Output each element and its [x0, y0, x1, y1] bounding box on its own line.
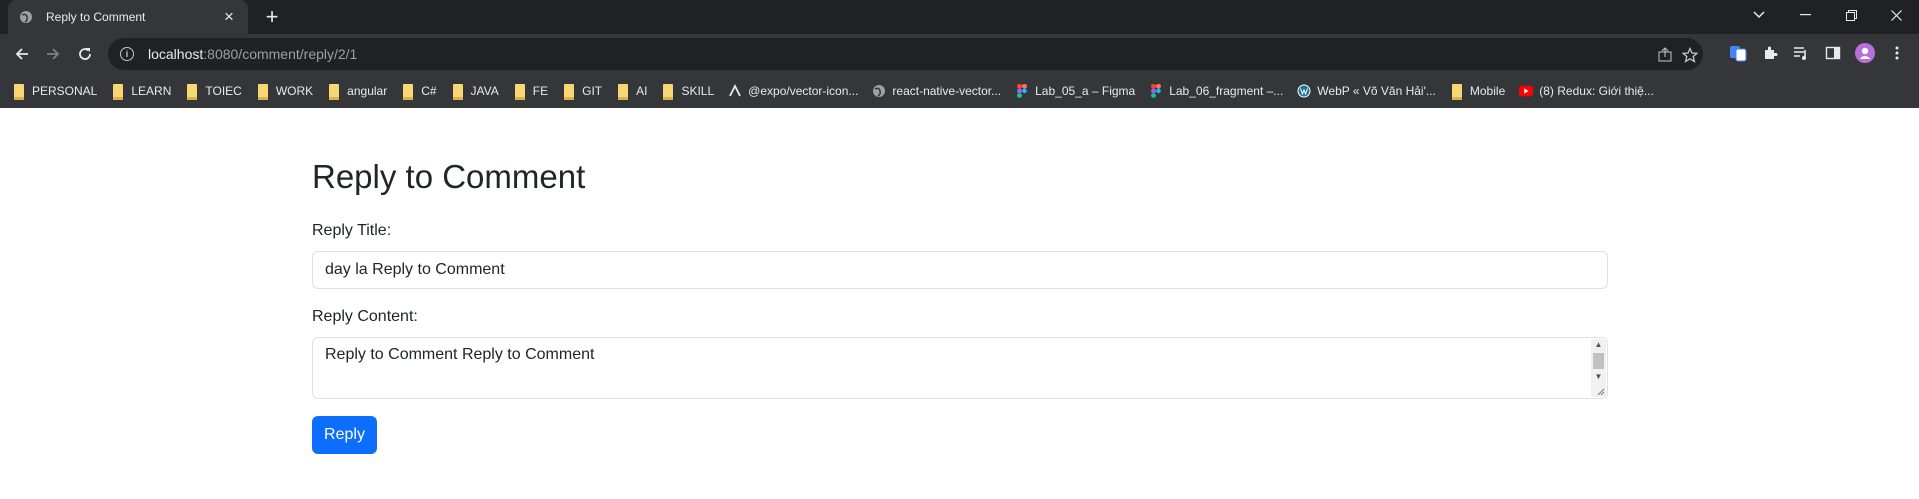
back-button[interactable] — [10, 42, 34, 66]
restore-button[interactable] — [1828, 0, 1874, 30]
bookmark-label: JAVA — [470, 84, 499, 98]
globe-icon — [18, 9, 34, 25]
bookmark-item[interactable]: TOIEC — [185, 84, 242, 100]
bookmark-item[interactable]: GIT — [562, 84, 603, 100]
tab-title: Reply to Comment — [46, 10, 146, 24]
folder-icon — [616, 84, 630, 100]
bookmarks-bar: PERSONAL LEARN TOIEC WORK angular C# JAVA FE GIT… — [0, 74, 1919, 108]
bookmark-label: (8) Redux: Giới thiệ... — [1539, 84, 1654, 98]
bookmark-item[interactable]: Lab_05_a – Figma — [1015, 84, 1135, 98]
bookmark-label: FE — [532, 84, 549, 98]
bookmark-item[interactable]: Lab_06_fragment –... — [1149, 84, 1283, 98]
forward-button[interactable] — [41, 42, 65, 66]
profile-avatar[interactable] — [1854, 42, 1876, 64]
bookmark-item[interactable]: @expo/vector-icon... — [728, 84, 858, 98]
folder-icon — [12, 84, 26, 100]
bookmark-item[interactable]: JAVA — [451, 84, 499, 100]
youtube-icon — [1519, 84, 1534, 98]
figma-icon — [1149, 84, 1163, 98]
bookmark-label: WebP « Võ Văn Hải'... — [1317, 84, 1436, 98]
bookmark-label: AI — [636, 84, 648, 98]
scroll-thumb[interactable] — [1593, 353, 1604, 369]
bookmark-label: PERSONAL — [32, 84, 98, 98]
bookmark-label: C# — [421, 84, 437, 98]
bookmark-item[interactable]: WORK — [256, 84, 314, 100]
bookmark-label: react-native-vector... — [892, 84, 1002, 98]
minimize-button[interactable] — [1782, 0, 1828, 30]
bookmark-label: SKILL — [681, 84, 715, 98]
bookmark-label: Mobile — [1469, 84, 1506, 98]
reply-submit-button[interactable]: Reply — [312, 416, 377, 454]
reply-content-value: Reply to Comment Reply to Comment — [325, 346, 595, 363]
side-panel-icon[interactable] — [1822, 42, 1844, 64]
folder-icon — [327, 84, 341, 100]
browser-chrome: Reply to Comment × + i localhost:8080/co… — [0, 0, 1919, 108]
reload-button[interactable] — [73, 42, 97, 66]
bookmark-item[interactable]: Mobile — [1450, 84, 1506, 100]
bookmark-label: Lab_06_fragment –... — [1169, 84, 1284, 98]
bookmark-item[interactable]: WebP « Võ Văn Hải'... — [1297, 84, 1436, 98]
tab-strip: Reply to Comment × + — [0, 0, 1919, 34]
folder-icon — [185, 84, 199, 100]
folder-icon — [562, 84, 576, 100]
bookmark-label: Lab_05_a – Figma — [1035, 84, 1136, 98]
browser-menu-icon[interactable] — [1886, 42, 1908, 64]
site-info-icon[interactable]: i — [120, 47, 134, 61]
bookmark-label: LEARN — [131, 84, 172, 98]
scroll-down-icon[interactable]: ▼ — [1591, 371, 1606, 383]
figma-icon — [1015, 84, 1029, 98]
bookmark-item[interactable]: (8) Redux: Giới thiệ... — [1519, 84, 1654, 98]
bookmark-star-icon[interactable] — [1681, 46, 1699, 64]
translate-extension-icon[interactable] — [1727, 42, 1749, 64]
folder-icon — [111, 84, 125, 100]
bookmark-label: WORK — [275, 84, 314, 98]
browser-toolbar: i localhost:8080/comment/reply/2/1 — [0, 34, 1919, 74]
reply-content-textarea[interactable]: Reply to Comment Reply to Comment ▲ ▼ — [312, 337, 1608, 399]
bookmark-label: angular — [347, 84, 388, 98]
bookmark-label: @expo/vector-icon... — [748, 84, 859, 98]
bookmark-label: TOIEC — [205, 84, 242, 98]
bookmark-item[interactable]: react-native-vector... — [872, 84, 1001, 98]
bookmark-item[interactable]: LEARN — [111, 84, 172, 100]
share-icon[interactable] — [1656, 46, 1674, 64]
media-queue-icon[interactable] — [1790, 42, 1812, 64]
tab-search-icon[interactable] — [1736, 0, 1782, 30]
folder-icon — [513, 84, 527, 100]
reply-title-input[interactable]: day la Reply to Comment — [312, 251, 1608, 289]
reply-content-label: Reply Content: — [312, 308, 418, 325]
url-text: localhost:8080/comment/reply/2/1 — [148, 46, 358, 62]
resize-grip-icon[interactable] — [1595, 386, 1605, 396]
folder-icon — [451, 84, 465, 100]
bookmark-item[interactable]: PERSONAL — [12, 84, 98, 100]
new-tab-button[interactable]: + — [260, 5, 284, 29]
folder-icon — [661, 84, 675, 100]
globe-icon — [872, 84, 886, 98]
bookmark-item[interactable]: angular — [327, 84, 388, 100]
folder-icon — [256, 84, 270, 100]
browser-tab-active[interactable]: Reply to Comment × — [8, 0, 248, 34]
bookmark-item[interactable]: FE — [513, 84, 549, 100]
address-bar[interactable]: i localhost:8080/comment/reply/2/1 — [108, 38, 1703, 70]
page-title: Reply to Comment — [312, 158, 586, 195]
close-window-button[interactable] — [1873, 0, 1919, 30]
expo-icon — [728, 84, 742, 98]
reply-title-label: Reply Title: — [312, 222, 392, 239]
bookmark-label: GIT — [582, 84, 603, 98]
bookmark-item[interactable]: C# — [401, 84, 437, 100]
bookmark-item[interactable]: SKILL — [661, 84, 715, 100]
tab-close-icon[interactable]: × — [220, 8, 238, 26]
extensions-puzzle-icon[interactable] — [1759, 42, 1781, 64]
scroll-up-icon[interactable]: ▲ — [1591, 339, 1606, 351]
bookmark-item[interactable]: AI — [616, 84, 648, 100]
folder-icon — [401, 84, 415, 100]
reply-title-value: day la Reply to Comment — [325, 261, 505, 278]
folder-icon — [1450, 84, 1464, 100]
wordpress-icon — [1297, 84, 1311, 98]
